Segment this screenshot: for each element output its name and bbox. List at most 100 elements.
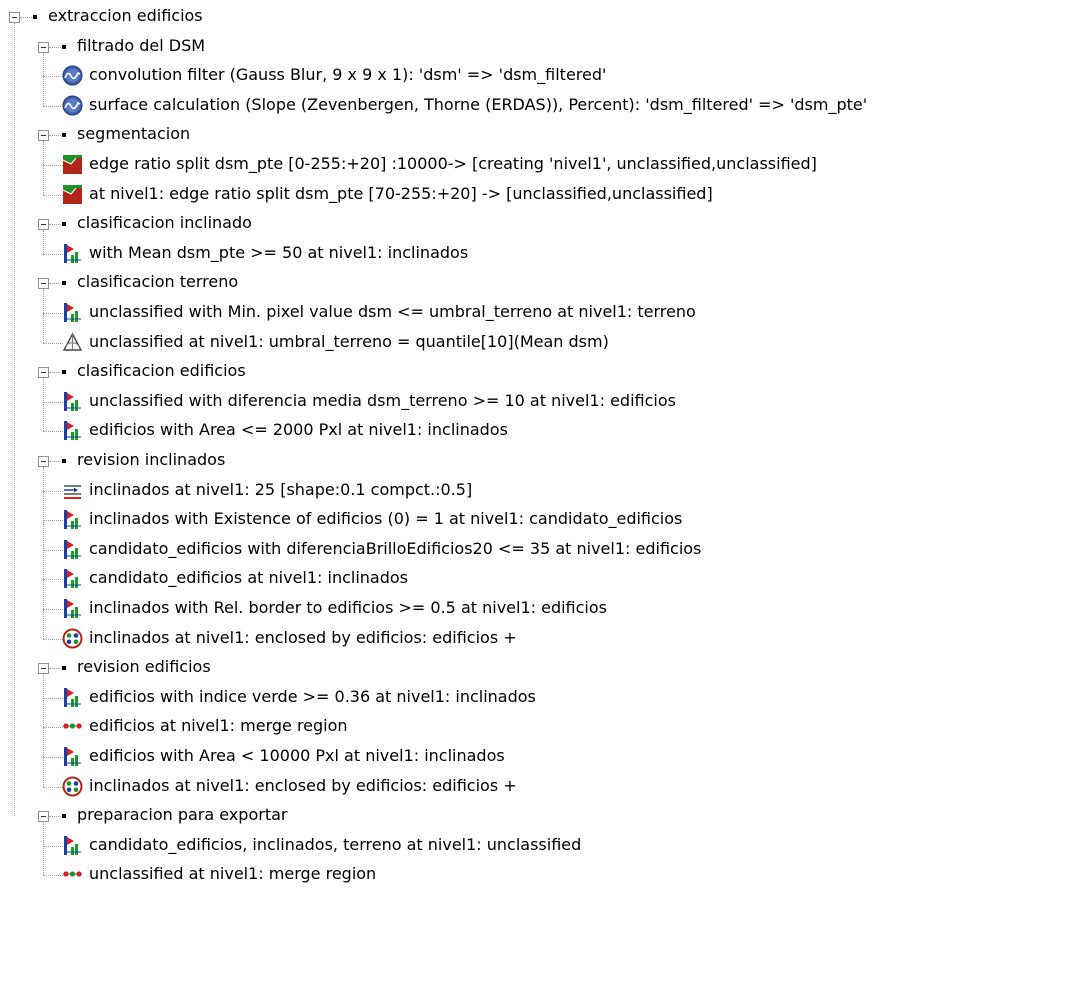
assign-class-icon bbox=[62, 835, 83, 856]
convolution-filter-icon bbox=[62, 65, 83, 86]
tree-connector-horizontal bbox=[43, 194, 63, 196]
group-bullet-icon bbox=[62, 44, 66, 49]
tree-connector-horizontal bbox=[43, 609, 63, 610]
tree-connector-horizontal bbox=[43, 253, 63, 255]
tree-connector-horizontal bbox=[43, 845, 63, 847]
tree-connector-horizontal bbox=[43, 431, 63, 433]
assign-class-icon bbox=[62, 391, 83, 412]
assign-class-icon bbox=[62, 539, 83, 560]
assign-class-icon bbox=[62, 302, 83, 323]
process-label: unclassified at nivel1: merge region bbox=[89, 864, 377, 884]
collapse-toggle-icon[interactable] bbox=[38, 219, 49, 231]
convolution-filter-icon bbox=[62, 95, 83, 116]
group-label: filtrado del DSM bbox=[77, 35, 206, 55]
tree-connector-horizontal bbox=[49, 816, 61, 818]
process-tree: extraccion edificios filtrado del DSM conv… bbox=[0, 0, 1088, 1001]
tree-connector-horizontal bbox=[43, 786, 63, 788]
tree-connector-horizontal bbox=[43, 165, 63, 166]
group-label: clasificacion terreno bbox=[77, 272, 239, 292]
collapse-toggle-icon[interactable] bbox=[38, 41, 49, 53]
group-bullet-icon bbox=[62, 281, 66, 286]
process-label: unclassified at nivel1: umbral_terreno =… bbox=[89, 331, 609, 351]
process-label: surface calculation (Slope (Zevenbergen,… bbox=[89, 94, 868, 114]
process-label: edificios at nivel1: merge region bbox=[89, 716, 348, 736]
merge-region-icon bbox=[62, 716, 83, 737]
tree-connector-horizontal bbox=[43, 342, 63, 344]
group-label: segmentacion bbox=[77, 124, 191, 144]
process-label: inclinados at nivel1: 25 [shape:0.1 comp… bbox=[89, 479, 473, 499]
process-label: edificios with indice verde >= 0.36 at n… bbox=[89, 686, 536, 706]
collapse-toggle-icon[interactable] bbox=[38, 811, 49, 823]
process-label: inclinados with Existence of edificios (… bbox=[89, 509, 683, 529]
assign-class-icon bbox=[62, 509, 83, 530]
process-label: candidato_edificios with diferenciaBrill… bbox=[89, 538, 702, 558]
group-label: clasificacion edificios bbox=[77, 361, 246, 381]
segmentation-icon bbox=[62, 184, 83, 205]
merge-region-icon bbox=[62, 864, 83, 885]
assign-class-icon bbox=[62, 568, 83, 589]
process-label: convolution filter (Gauss Blur, 9 x 9 x … bbox=[89, 65, 607, 85]
tree-connector-horizontal bbox=[20, 17, 32, 18]
tree-connector-horizontal bbox=[49, 135, 61, 137]
tree-connector-horizontal bbox=[49, 372, 61, 374]
process-label: candidato_edificios, inclinados, terreno… bbox=[89, 834, 582, 854]
group-bullet-icon bbox=[33, 15, 37, 19]
tree-connector-horizontal bbox=[43, 579, 63, 581]
collapse-toggle-icon[interactable] bbox=[38, 663, 49, 675]
process-label: inclinados at nivel1: enclosed by edific… bbox=[89, 775, 517, 795]
tree-connector-horizontal bbox=[43, 490, 63, 492]
collapse-toggle-icon[interactable] bbox=[9, 12, 20, 23]
tree-connector-horizontal bbox=[43, 697, 63, 699]
tree-connector-horizontal bbox=[49, 283, 61, 285]
tree-connector-horizontal bbox=[43, 638, 63, 640]
assign-class-icon bbox=[62, 243, 83, 264]
process-label: edificios with Area < 10000 Pxl at nivel… bbox=[89, 746, 505, 765]
process-label: unclassified with diferencia media dsm_t… bbox=[89, 390, 676, 410]
collapse-toggle-icon[interactable] bbox=[38, 367, 49, 379]
group-label: extraccion edificios bbox=[48, 6, 203, 25]
tree-connector-horizontal bbox=[49, 224, 61, 226]
group-bullet-icon bbox=[62, 222, 66, 227]
assign-class-icon bbox=[62, 420, 83, 441]
tree-connector-horizontal bbox=[43, 401, 63, 403]
find-enclosed-icon bbox=[62, 776, 83, 797]
assign-class-icon bbox=[62, 746, 83, 767]
group-bullet-icon bbox=[62, 459, 66, 463]
tree-connector-horizontal bbox=[43, 105, 63, 107]
tree-connector-horizontal bbox=[43, 76, 63, 78]
process-label: inclinados with Rel. border to edificios… bbox=[89, 598, 607, 617]
assign-class-icon bbox=[62, 598, 83, 619]
group-label: revision edificios bbox=[77, 657, 211, 677]
group-label: revision inclinados bbox=[77, 450, 226, 469]
segmentation-icon bbox=[62, 154, 83, 175]
collapse-toggle-icon[interactable] bbox=[38, 456, 49, 467]
tree-connector-horizontal bbox=[43, 313, 63, 314]
process-label: unclassified with Min. pixel value dsm <… bbox=[89, 302, 696, 321]
process-label: inclinados at nivel1: enclosed by edific… bbox=[89, 627, 517, 647]
group-label: clasificacion inclinado bbox=[77, 213, 252, 233]
collapse-toggle-icon[interactable] bbox=[38, 278, 49, 290]
compute-statistics-icon bbox=[62, 332, 83, 353]
group-bullet-icon bbox=[62, 814, 66, 819]
find-enclosed-icon bbox=[62, 628, 83, 649]
process-label: edge ratio split dsm_pte [0-255:+20] :10… bbox=[89, 154, 817, 173]
tree-connector-horizontal bbox=[43, 727, 63, 729]
group-bullet-icon bbox=[62, 666, 66, 671]
assign-class-icon bbox=[62, 687, 83, 708]
group-label: preparacion para exportar bbox=[77, 805, 288, 825]
tree-connector-horizontal bbox=[49, 668, 61, 670]
process-label: at nivel1: edge ratio split dsm_pte [70-… bbox=[89, 183, 713, 203]
tree-connector-horizontal bbox=[43, 875, 63, 877]
process-label: with Mean dsm_pte >= 50 at nivel1: incli… bbox=[89, 242, 469, 262]
group-bullet-icon bbox=[62, 133, 66, 138]
process-label: candidato_edificios at nivel1: inclinado… bbox=[89, 568, 409, 588]
tree-connector-horizontal bbox=[43, 757, 63, 758]
tree-connector-horizontal bbox=[49, 461, 61, 462]
collapse-toggle-icon[interactable] bbox=[38, 130, 49, 142]
tree-connector-horizontal bbox=[43, 549, 63, 551]
multiresolution-segmentation-icon bbox=[62, 480, 83, 501]
group-bullet-icon bbox=[62, 370, 66, 375]
tree-connector-horizontal bbox=[49, 46, 61, 48]
process-label: edificios with Area <= 2000 Pxl at nivel… bbox=[89, 420, 508, 440]
tree-connector-horizontal bbox=[43, 520, 63, 522]
